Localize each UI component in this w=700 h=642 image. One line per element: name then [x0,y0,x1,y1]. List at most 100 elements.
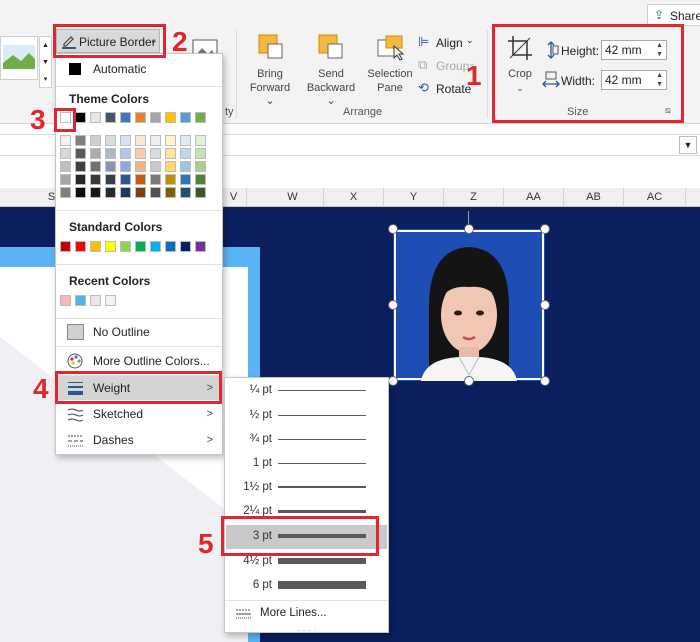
selection-handle-r[interactable] [540,300,550,310]
theme-color-swatch[interactable] [135,112,146,123]
theme-color-shade-swatch[interactable] [195,135,206,146]
theme-color-shade-swatch[interactable] [165,174,176,185]
column-header-w[interactable]: W [262,188,324,207]
theme-color-shade-swatch[interactable] [150,174,161,185]
theme-color-shade-swatch[interactable] [75,187,86,198]
standard-color-swatch[interactable] [180,241,191,252]
theme-color-swatch[interactable] [180,112,191,123]
selection-handle-tl[interactable] [388,224,398,234]
theme-color-shade-swatch[interactable] [180,135,191,146]
theme-color-shade-swatch[interactable] [60,187,71,198]
column-header-v[interactable]: V [221,188,247,207]
theme-color-shade-swatch[interactable] [60,135,71,146]
theme-color-shade-swatch[interactable] [120,174,131,185]
column-header-aa[interactable]: AA [504,188,564,207]
standard-color-swatch[interactable] [195,241,206,252]
theme-color-shade-swatch[interactable] [75,161,86,172]
resize-grip-icon[interactable]: · · · · [297,625,317,635]
theme-color-shade-swatch[interactable] [60,148,71,159]
theme-color-shade-swatch[interactable] [135,161,146,172]
more-lines-item[interactable]: More Lines... [226,604,387,624]
theme-color-swatch[interactable] [75,112,86,123]
bring-forward-button[interactable]: Bring Forward ⌄ [244,30,296,107]
weight-option[interactable]: 6 pt [226,574,387,596]
theme-color-shade-swatch[interactable] [135,187,146,198]
selection-handle-bl[interactable] [388,376,398,386]
gallery-scroll[interactable]: ▲ ▼ ▾ [39,36,52,88]
theme-color-shade-swatch[interactable] [120,148,131,159]
no-outline-item[interactable]: No Outline [57,320,221,344]
theme-color-shade-swatch[interactable] [180,161,191,172]
theme-color-shade-swatch[interactable] [90,174,101,185]
selection-handle-t[interactable] [464,224,474,234]
recent-color-swatch[interactable] [105,295,116,306]
theme-color-shade-swatch[interactable] [120,161,131,172]
theme-color-shade-swatch[interactable] [120,187,131,198]
standard-color-swatch[interactable] [90,241,101,252]
theme-color-swatch[interactable] [105,112,116,123]
selection-handle-br[interactable] [540,376,550,386]
sketched-item[interactable]: Sketched > [57,402,221,426]
theme-color-swatch[interactable] [120,112,131,123]
theme-color-shade-swatch[interactable] [165,161,176,172]
theme-color-shade-swatch[interactable] [150,135,161,146]
picture-style-thumbnail[interactable] [0,36,38,80]
theme-color-swatch[interactable] [150,112,161,123]
theme-color-shade-swatch[interactable] [195,187,206,198]
theme-color-shade-swatch[interactable] [60,161,71,172]
column-header-z[interactable]: Z [444,188,504,207]
theme-color-shade-swatch[interactable] [150,161,161,172]
rotate-button[interactable]: ⟲ Rotate [418,80,472,98]
theme-color-shade-swatch[interactable] [75,174,86,185]
standard-color-swatch[interactable] [60,241,71,252]
recent-color-swatch[interactable] [75,295,86,306]
theme-color-shade-swatch[interactable] [60,174,71,185]
theme-color-shade-swatch[interactable] [135,135,146,146]
selection-handle-l[interactable] [388,300,398,310]
weight-option[interactable]: ¾ pt [226,428,387,450]
theme-color-shade-swatch[interactable] [165,148,176,159]
weight-option[interactable]: 1 pt [226,452,387,474]
theme-color-shade-swatch[interactable] [105,174,116,185]
column-header-ac[interactable]: AC [624,188,686,207]
standard-color-swatch[interactable] [135,241,146,252]
theme-color-shade-swatch[interactable] [150,148,161,159]
theme-color-shade-swatch[interactable] [75,135,86,146]
column-header-y[interactable]: Y [384,188,444,207]
share-button[interactable]: ⇪ Share [647,4,700,26]
more-outline-colors-item[interactable]: More Outline Colors... [57,349,221,373]
send-backward-button[interactable]: Send Backward ⌄ [302,30,360,107]
theme-color-shade-swatch[interactable] [105,187,116,198]
weight-option[interactable]: 1½ pt [226,476,387,498]
theme-color-shade-swatch[interactable] [135,148,146,159]
theme-color-shade-swatch[interactable] [90,148,101,159]
column-header-x[interactable]: X [324,188,384,207]
theme-color-shade-swatch[interactable] [135,174,146,185]
standard-color-swatch[interactable] [75,241,86,252]
theme-color-shade-swatch[interactable] [180,187,191,198]
recent-color-swatch[interactable] [90,295,101,306]
theme-color-shade-swatch[interactable] [195,174,206,185]
theme-color-shade-swatch[interactable] [180,174,191,185]
theme-color-shade-swatch[interactable] [195,161,206,172]
dashes-item[interactable]: Dashes > [57,428,221,452]
theme-color-shade-swatch[interactable] [195,148,206,159]
standard-color-swatch[interactable] [150,241,161,252]
recent-color-swatch[interactable] [60,295,71,306]
theme-color-shade-swatch[interactable] [180,148,191,159]
theme-color-shade-swatch[interactable] [90,187,101,198]
selection-handle-tr[interactable] [540,224,550,234]
theme-color-shade-swatch[interactable] [90,161,101,172]
standard-color-swatch[interactable] [105,241,116,252]
weight-option[interactable]: ½ pt [226,404,387,426]
selection-handle-b[interactable] [464,376,474,386]
column-header-ab[interactable]: AB [564,188,624,207]
formula-expand-icon[interactable]: ▼ [679,136,697,154]
theme-color-swatch[interactable] [195,112,206,123]
theme-color-shade-swatch[interactable] [120,135,131,146]
theme-color-shade-swatch[interactable] [75,148,86,159]
theme-color-shade-swatch[interactable] [90,135,101,146]
theme-color-swatch[interactable] [90,112,101,123]
theme-color-shade-swatch[interactable] [150,187,161,198]
theme-color-swatch[interactable] [165,112,176,123]
